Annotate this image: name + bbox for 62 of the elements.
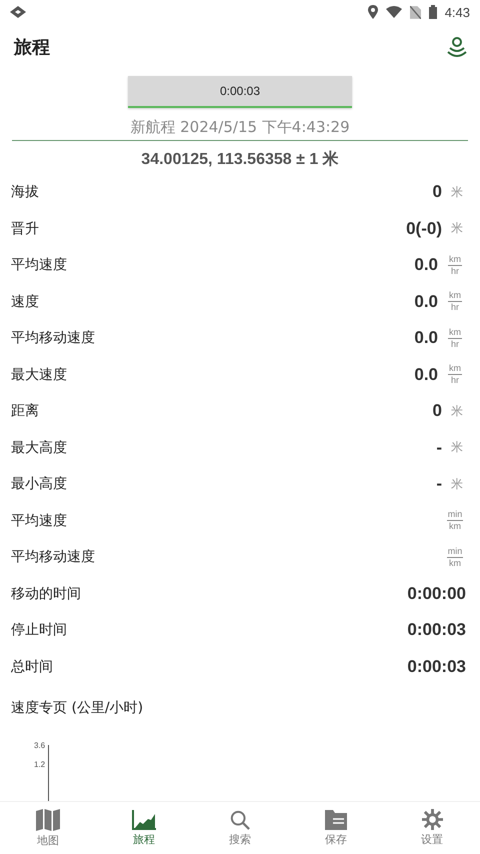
stat-value: - — [436, 474, 442, 494]
unit-label: 米 — [450, 184, 464, 201]
nav-tab[interactable]: 保存 — [288, 802, 384, 854]
status-time: 4:43 — [444, 4, 470, 20]
stat-label: 平均移动速度 — [11, 548, 95, 566]
unit-label: 米 — [450, 402, 464, 420]
stat-value: 0(-0) — [406, 218, 442, 239]
app-logo-icon — [10, 6, 26, 18]
coordinates: 34.00125, 113.56358 ± 1 米 — [140, 150, 340, 170]
nav-tab[interactable]: 地图 — [0, 802, 96, 854]
stat-value: 0:00:03 — [407, 656, 466, 677]
stat-label: 最小高度 — [11, 475, 67, 494]
axis-label: 3.6 — [34, 741, 46, 750]
battery-icon — [428, 5, 437, 19]
stat-value: 0.0 — [414, 364, 438, 385]
stat-value: - — [436, 438, 442, 458]
stat-value: 0 — [432, 401, 442, 422]
stat-value: 0.0 — [414, 255, 438, 276]
fraction-unit: km hr — [447, 326, 463, 350]
nav-tab[interactable]: 搜索 — [192, 802, 288, 854]
stat-label: 停止时间 — [11, 621, 67, 640]
stat-value: 0.0 — [414, 292, 438, 312]
fraction-unit: min km — [446, 546, 464, 569]
area-chart-icon — [132, 810, 156, 830]
stat-label: 最大高度 — [11, 438, 67, 457]
location-icon — [368, 5, 378, 19]
stat-label: 总时间 — [11, 658, 53, 676]
unit-label: 米 — [450, 220, 464, 238]
unit-label: 米 — [450, 439, 464, 456]
nav-tab[interactable]: 设置 — [384, 802, 480, 854]
stat-label: 速度 — [11, 292, 39, 311]
gps-signal-icon[interactable] — [446, 36, 468, 58]
stat-label: 距离 — [11, 402, 39, 420]
stat-label: 最大速度 — [11, 366, 67, 384]
map-icon — [36, 808, 60, 830]
folder-icon — [325, 810, 347, 830]
axis-label: 1.2 — [34, 760, 46, 769]
stat-value: 0 — [432, 182, 442, 202]
settings-icon — [422, 809, 442, 830]
fraction-unit: km hr — [447, 254, 463, 277]
stat-label: 移动的时间 — [11, 584, 81, 603]
y-axis — [48, 745, 50, 801]
nav-tab[interactable]: 旅程 — [96, 802, 192, 854]
unit-label: 米 — [450, 476, 464, 493]
chart-title: 速度专页 (公里/小时) — [10, 699, 144, 717]
stat-label: 平均速度 — [11, 512, 67, 530]
wifi-icon — [386, 6, 402, 18]
stat-label: 晋升 — [11, 220, 39, 238]
no-sim-icon — [410, 6, 421, 18]
stat-value: 0:00:00 — [407, 584, 466, 604]
stat-label: 平均速度 — [11, 256, 67, 274]
stat-value: 0.0 — [414, 328, 438, 348]
stat-label: 海拔 — [11, 183, 39, 202]
search-icon — [230, 810, 250, 830]
fraction-unit: km hr — [447, 290, 463, 314]
fraction-unit: km hr — [447, 363, 463, 386]
timer-button[interactable]: 0:00:03 — [128, 76, 352, 108]
trip-name: 新航程 2024/5/15 下午4:43:29 — [12, 118, 468, 141]
page-title: 旅程 — [14, 36, 50, 59]
fraction-unit: min km — [446, 509, 464, 532]
stat-label: 平均移动速度 — [11, 329, 95, 348]
stat-value: 0:00:03 — [407, 620, 466, 640]
